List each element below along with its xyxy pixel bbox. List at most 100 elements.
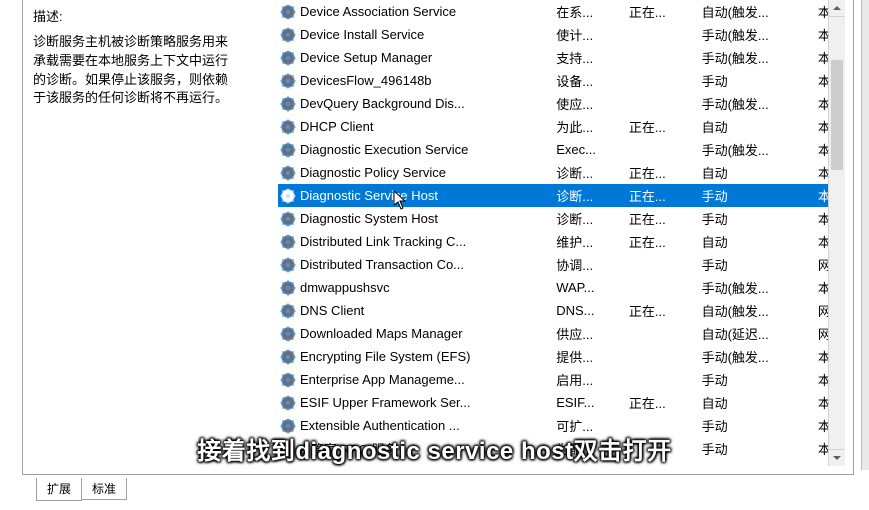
service-name-cell[interactable]: DevicesFlow_496148b	[278, 69, 554, 92]
service-startup: 手动(触发...	[700, 23, 816, 46]
service-row[interactable]: Diagnostic System Host诊断...正在...手动本	[278, 207, 845, 230]
service-startup: 手动(触发...	[700, 138, 816, 161]
service-name-cell[interactable]: Encrypting File System (EFS)	[278, 345, 554, 368]
service-row[interactable]: ESIF Upper Framework Ser...ESIF...正在...自…	[278, 391, 845, 414]
service-startup: 自动	[700, 115, 816, 138]
service-startup: 自动(触发...	[700, 299, 816, 322]
service-name-cell[interactable]: Device Install Service	[278, 23, 554, 46]
tab-standard[interactable]: 标准	[81, 478, 127, 500]
service-row[interactable]: DHCP Client为此...正在...自动本	[278, 115, 845, 138]
service-desc: 使计...	[554, 23, 627, 46]
vertical-scrollbar[interactable]	[828, 0, 845, 466]
service-name: DNS Client	[300, 303, 364, 318]
service-desc: Exec...	[554, 138, 627, 161]
service-name-cell[interactable]: DNS Client	[278, 299, 554, 322]
services-panel: 描述: 诊断服务主机被诊断策略服务用来承载需要在本地服务上下文中运行的诊断。如果…	[22, 0, 854, 475]
service-name-cell[interactable]: Downloaded Maps Manager	[278, 322, 554, 345]
gear-icon	[280, 349, 296, 365]
service-row[interactable]: Downloaded Maps Manager供应...自动(延迟...网	[278, 322, 845, 345]
view-tabs: 扩展 标准	[36, 478, 126, 500]
gear-icon	[280, 50, 296, 66]
service-row[interactable]: DevicesFlow_496148b设备...手动本	[278, 69, 845, 92]
gear-icon	[280, 234, 296, 250]
service-name: DevQuery Background Dis...	[300, 96, 465, 111]
service-name-cell[interactable]: Diagnostic Execution Service	[278, 138, 554, 161]
service-desc: DNS...	[554, 299, 627, 322]
service-startup: 手动	[700, 437, 816, 460]
service-name-cell[interactable]: Distributed Link Tracking C...	[278, 230, 554, 253]
service-row[interactable]: Diagnostic Service Host诊断...正在...手动本	[278, 184, 845, 207]
tab-extended[interactable]: 扩展	[36, 478, 82, 501]
service-row[interactable]: Device Install Service使计...手动(触发...本	[278, 23, 845, 46]
service-name: Device Association Service	[300, 4, 456, 19]
services-list[interactable]: Device Association Service在系...正在...自动(触…	[278, 0, 845, 466]
service-name-cell[interactable]: e 管家 RPC 服务	[278, 437, 554, 460]
service-desc: 维护...	[554, 230, 627, 253]
service-name: Distributed Link Tracking C...	[300, 234, 466, 249]
service-row[interactable]: Diagnostic Execution ServiceExec... 手动(触发…	[278, 138, 845, 161]
service-desc: 诊断...	[554, 207, 627, 230]
service-status	[627, 345, 700, 368]
service-status: 正在...	[627, 161, 700, 184]
service-name-cell[interactable]: Diagnostic System Host	[278, 207, 554, 230]
gear-icon	[280, 303, 296, 319]
gear-icon	[280, 96, 296, 112]
service-name-cell[interactable]: Enterprise App Manageme...	[278, 368, 554, 391]
service-desc: 协调...	[554, 253, 627, 276]
service-name: DevicesFlow_496148b	[300, 73, 432, 88]
service-status	[627, 138, 700, 161]
service-status: 正在...	[627, 184, 700, 207]
gear-icon	[280, 280, 296, 296]
gear-icon	[280, 418, 296, 434]
service-name-cell[interactable]: dmwappushsvc	[278, 276, 554, 299]
service-row[interactable]: Distributed Transaction Co...协调...手动网	[278, 253, 845, 276]
service-row[interactable]: DNS ClientDNS...正在...自动(触发...网	[278, 299, 845, 322]
service-status: 正在...	[627, 115, 700, 138]
service-startup: 自动(延迟...	[700, 322, 816, 345]
service-name-cell[interactable]: Diagnostic Policy Service	[278, 161, 554, 184]
service-name-cell[interactable]: Distributed Transaction Co...	[278, 253, 554, 276]
service-row[interactable]: Device Setup Manager支持...手动(触发...本	[278, 46, 845, 69]
service-startup: 手动	[700, 368, 816, 391]
service-name-cell[interactable]: Extensible Authentication ...	[278, 414, 554, 437]
service-name-cell[interactable]: ESIF Upper Framework Ser...	[278, 391, 554, 414]
service-desc: ESIF...	[554, 391, 627, 414]
service-desc: 供应...	[554, 322, 627, 345]
service-name-cell[interactable]: Diagnostic Service Host	[278, 184, 554, 207]
service-row[interactable]: DevQuery Background Dis...使应...手动(触发...本	[278, 92, 845, 115]
scroll-thumb[interactable]	[831, 60, 843, 170]
service-name: Encrypting File System (EFS)	[300, 349, 471, 364]
service-row[interactable]: Extensible Authentication ...可扩...手动本	[278, 414, 845, 437]
service-name: dmwappushsvc	[300, 280, 390, 295]
service-name-cell[interactable]: DevQuery Background Dis...	[278, 92, 554, 115]
service-status: 正在...	[627, 230, 700, 253]
gear-icon	[280, 119, 296, 135]
service-row[interactable]: Device Association Service在系...正在...自动(触…	[278, 0, 845, 23]
service-name-cell[interactable]: Device Setup Manager	[278, 46, 554, 69]
service-row[interactable]: e 管家 RPC 服务为酷...手动本	[278, 437, 845, 460]
service-name-cell[interactable]: DHCP Client	[278, 115, 554, 138]
service-desc: 为此...	[554, 115, 627, 138]
service-row[interactable]: dmwappushsvcWAP...手动(触发...本	[278, 276, 845, 299]
service-name-cell[interactable]: Device Association Service	[278, 0, 554, 23]
service-status: 正在...	[627, 391, 700, 414]
gear-icon	[280, 27, 296, 43]
service-startup: 自动	[700, 391, 816, 414]
service-row[interactable]: Diagnostic Policy Service诊断...正在...自动本	[278, 161, 845, 184]
service-name: Diagnostic System Host	[300, 211, 438, 226]
service-desc: 设备...	[554, 69, 627, 92]
gear-icon	[280, 372, 296, 388]
scroll-up-button[interactable]	[829, 0, 845, 17]
service-status	[627, 253, 700, 276]
service-startup: 手动	[700, 253, 816, 276]
service-desc: 为酷...	[554, 437, 627, 460]
scroll-down-button[interactable]	[829, 449, 845, 466]
service-status	[627, 276, 700, 299]
service-row[interactable]: Encrypting File System (EFS)提供...手动(触发..…	[278, 345, 845, 368]
service-startup: 手动(触发...	[700, 276, 816, 299]
gear-icon	[280, 326, 296, 342]
gear-icon	[280, 4, 296, 20]
service-row[interactable]: Enterprise App Manageme...启用...手动本	[278, 368, 845, 391]
service-row[interactable]: Distributed Link Tracking C... 维护...正在...…	[278, 230, 845, 253]
service-desc: WAP...	[554, 276, 627, 299]
